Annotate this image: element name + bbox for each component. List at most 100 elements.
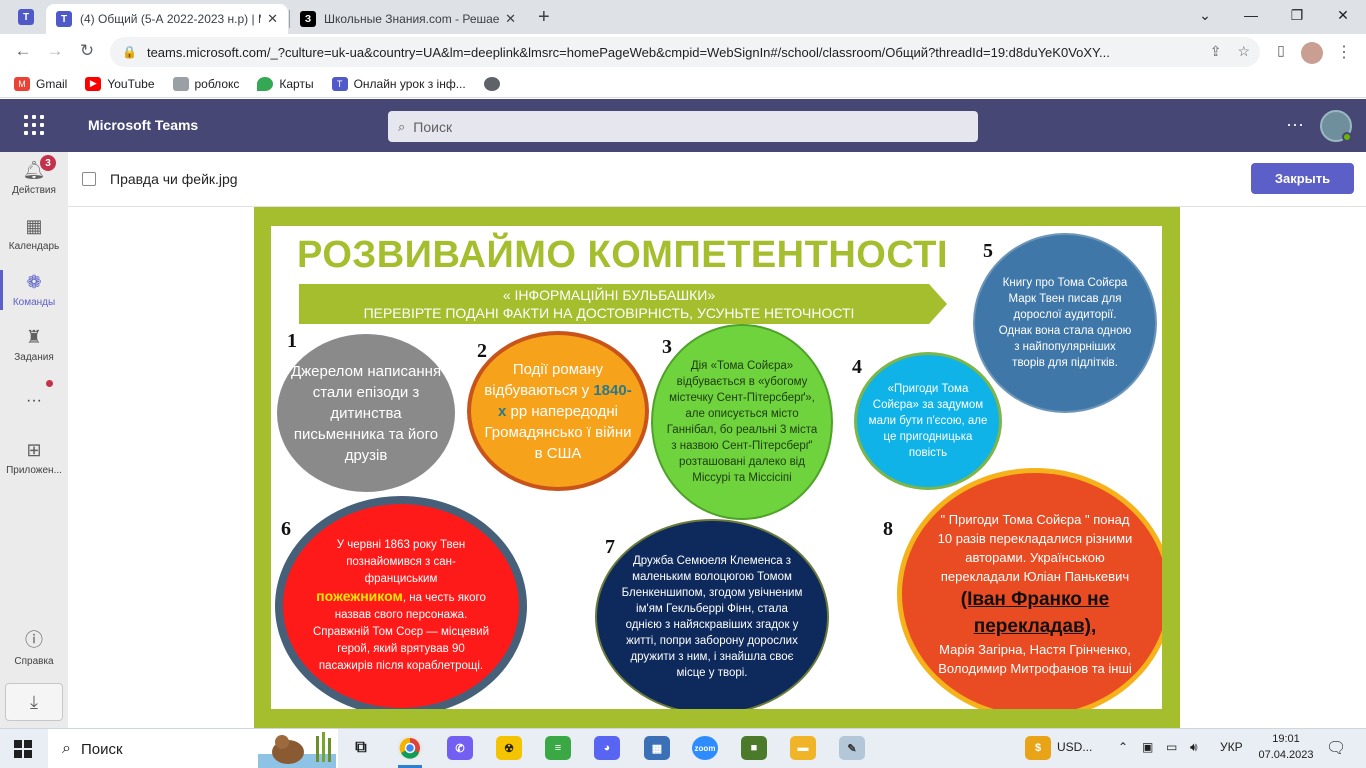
- bookmark-globe[interactable]: [483, 76, 500, 91]
- poster-image: РОЗВИВАЙМО КОМПЕТЕНТНОСТІ « ІНФОРМАЦІЙНІ…: [254, 207, 1180, 728]
- item-number: 8: [883, 518, 893, 540]
- minimize-button[interactable]: —: [1228, 4, 1274, 26]
- poster-canvas: РОЗВИВАЙМО КОМПЕТЕНТНОСТІ « ІНФОРМАЦІЙНІ…: [271, 226, 1162, 709]
- item-number: 5: [983, 240, 993, 262]
- currency-widget-text[interactable]: USD...: [1057, 740, 1092, 754]
- rail-label: Команды: [12, 297, 56, 308]
- clock-date: 07.04.2023: [1258, 749, 1314, 761]
- forward-arrow-icon[interactable]: →: [44, 41, 66, 61]
- fact-bubble-4: «Пригоди Тома Сойєра» за задумом мали бу…: [854, 352, 1002, 490]
- lock-icon[interactable]: 🔒: [122, 45, 137, 59]
- file-name: Правда чи фейк.jpg: [110, 171, 238, 187]
- app-launcher-icon[interactable]: [24, 115, 44, 135]
- rail-item-calendar[interactable]: ▦ Календарь: [0, 216, 68, 252]
- calculator-icon[interactable]: ▦: [644, 736, 670, 760]
- activity-count-badge: 3: [40, 155, 56, 171]
- share-icon[interactable]: ⇪: [1210, 43, 1222, 60]
- close-tab-icon[interactable]: ✕: [267, 11, 278, 27]
- side-panel-icon[interactable]: ▯: [1270, 42, 1292, 59]
- profile-avatar[interactable]: [1301, 42, 1323, 64]
- teams-people-icon: ❁: [26, 272, 42, 292]
- close-tab-icon[interactable]: ✕: [505, 11, 516, 27]
- network-icon[interactable]: ▭: [1166, 740, 1177, 754]
- bookmark-label: Карты: [279, 76, 314, 91]
- fact-text-part: , на честь якого назвав свого персонажа.…: [312, 592, 490, 672]
- rail-more-apps[interactable]: ···: [0, 392, 68, 410]
- teams-pinned-tab-icon[interactable]: T: [18, 9, 34, 25]
- taskbar-clock[interactable]: 19:01 07.04.2023: [1256, 731, 1316, 763]
- fact-bubble-7: Дружба Семюеля Клеменса з маленьким воло…: [595, 519, 829, 709]
- maximize-button[interactable]: ❐: [1274, 4, 1320, 26]
- download-icon[interactable]: ⤓: [5, 683, 63, 721]
- rail-item-help[interactable]: ⓘ Справка: [0, 626, 68, 667]
- rail-label: Приложен...: [6, 465, 62, 476]
- bookmark-maps[interactable]: Карты: [257, 76, 314, 91]
- meet-now-icon[interactable]: ▣: [1142, 740, 1153, 754]
- close-viewer-button[interactable]: Закрыть: [1251, 163, 1354, 194]
- bookmark-youtube[interactable]: ▶ YouTube: [85, 76, 155, 91]
- youtube-icon: ▶: [85, 76, 102, 91]
- windows-start-icon[interactable]: [14, 740, 32, 758]
- bluestacks-icon[interactable]: ≡: [545, 736, 571, 760]
- currency-widget-icon[interactable]: $: [1025, 736, 1051, 760]
- rail-item-apps[interactable]: ⊞ Приложен...: [0, 440, 68, 476]
- url-text[interactable]: teams.microsoft.com/_?culture=uk-ua&coun…: [147, 45, 1177, 60]
- fact-text: У червні 1863 року Твен познайомився з с…: [283, 537, 519, 675]
- bookmark-gmail[interactable]: M Gmail: [14, 76, 67, 91]
- close-window-button[interactable]: ✕: [1320, 4, 1366, 26]
- rail-item-teams[interactable]: ❁ Команды: [0, 272, 68, 308]
- radioactive-app-icon[interactable]: ☢: [496, 736, 522, 760]
- tab-znania[interactable]: З Школьные Знания.com - Решае ✕: [290, 4, 526, 34]
- tab-title: (4) Общий (5-А 2022-2023 н.р) | M: [80, 12, 262, 26]
- bookmark-label: роблокс: [194, 76, 240, 91]
- rail-item-assignments[interactable]: ♜ Задания: [0, 327, 68, 363]
- reload-icon[interactable]: ↻: [76, 41, 98, 61]
- chrome-icon[interactable]: [397, 736, 423, 760]
- address-bar[interactable]: 🔒 teams.microsoft.com/_?culture=uk-ua&co…: [110, 37, 1260, 67]
- viber-icon[interactable]: ✆: [447, 736, 473, 760]
- fact-bubble-8: " Пригоди Тома Сойєра " понад 10 разів п…: [897, 468, 1162, 709]
- zoom-icon[interactable]: zoom: [692, 736, 718, 760]
- user-avatar[interactable]: [1320, 110, 1352, 142]
- fact-text-part: рр напередодні Громадянсько ї війни в СШ…: [484, 402, 632, 462]
- search-placeholder: Поиск: [413, 118, 453, 135]
- tab-search-button[interactable]: ⌄: [1182, 4, 1228, 26]
- search-input[interactable]: ⌕ Поиск: [388, 111, 978, 142]
- task-view-icon[interactable]: ⧉: [348, 736, 374, 760]
- more-options-button[interactable]: ···: [1286, 114, 1304, 135]
- fact-highlight: пожежником: [316, 588, 403, 604]
- bookmark-roblox[interactable]: роблокс: [172, 76, 240, 91]
- back-arrow-icon[interactable]: ←: [12, 41, 34, 61]
- paint-icon[interactable]: ✎: [839, 736, 865, 760]
- language-indicator[interactable]: УКР: [1220, 740, 1243, 754]
- new-tab-button[interactable]: +: [538, 6, 550, 29]
- volume-icon[interactable]: 🔊︎: [1190, 740, 1198, 755]
- discord-icon[interactable]: ◕: [594, 736, 620, 760]
- fact-text: " Пригоди Тома Сойєра " понад 10 разів п…: [902, 510, 1162, 678]
- banner-line-1: « ІНФОРМАЦІЙНІ БУЛЬБАШКИ»: [502, 287, 716, 303]
- calendar-icon: ▦: [25, 216, 43, 236]
- fact-text: Джерелом написання стали епізоди з дитин…: [290, 362, 442, 464]
- file-explorer-icon[interactable]: ▬: [790, 736, 816, 760]
- notifications-icon[interactable]: 🗨︎: [1326, 738, 1346, 758]
- gmail-icon: M: [14, 76, 30, 91]
- bookmark-star-icon[interactable]: ☆: [1237, 43, 1250, 60]
- rail-item-activity[interactable]: 🔔︎ Действия: [0, 160, 68, 196]
- minecraft-icon[interactable]: ■: [741, 736, 767, 760]
- bookmark-label: Онлайн урок з інф...: [353, 76, 466, 91]
- fact-text: Книгу про Тома Сойєра Марк Твен писав дл…: [998, 277, 1132, 369]
- tray-chevron-icon[interactable]: ⌃: [1118, 740, 1128, 754]
- teams-favicon-icon: T: [56, 11, 72, 27]
- search-icon: ⌕: [62, 740, 71, 757]
- fact-text: Події роману відбуваються у 1840-х рр на…: [471, 359, 645, 464]
- tab-teams[interactable]: T (4) Общий (5-А 2022-2023 н.р) | M ✕: [46, 4, 288, 34]
- browser-tab-strip: T T (4) Общий (5-А 2022-2023 н.р) | M ✕ …: [0, 0, 1366, 34]
- bookmark-online-lesson[interactable]: T Онлайн урок з інф...: [331, 76, 466, 91]
- rail-label: Действия: [12, 185, 56, 196]
- fact-text-part: Марія Загірна, Настя Грінченко, Володими…: [938, 642, 1132, 676]
- file-viewer-header: Правда чи фейк.jpg Закрыть: [68, 152, 1366, 207]
- rail-label: Задания: [14, 352, 54, 363]
- browser-menu-icon[interactable]: ⋮: [1336, 42, 1352, 62]
- fact-text: Дія «Тома Сойєра» відбувається в «убогом…: [666, 360, 818, 484]
- presence-available-icon: [1342, 132, 1352, 142]
